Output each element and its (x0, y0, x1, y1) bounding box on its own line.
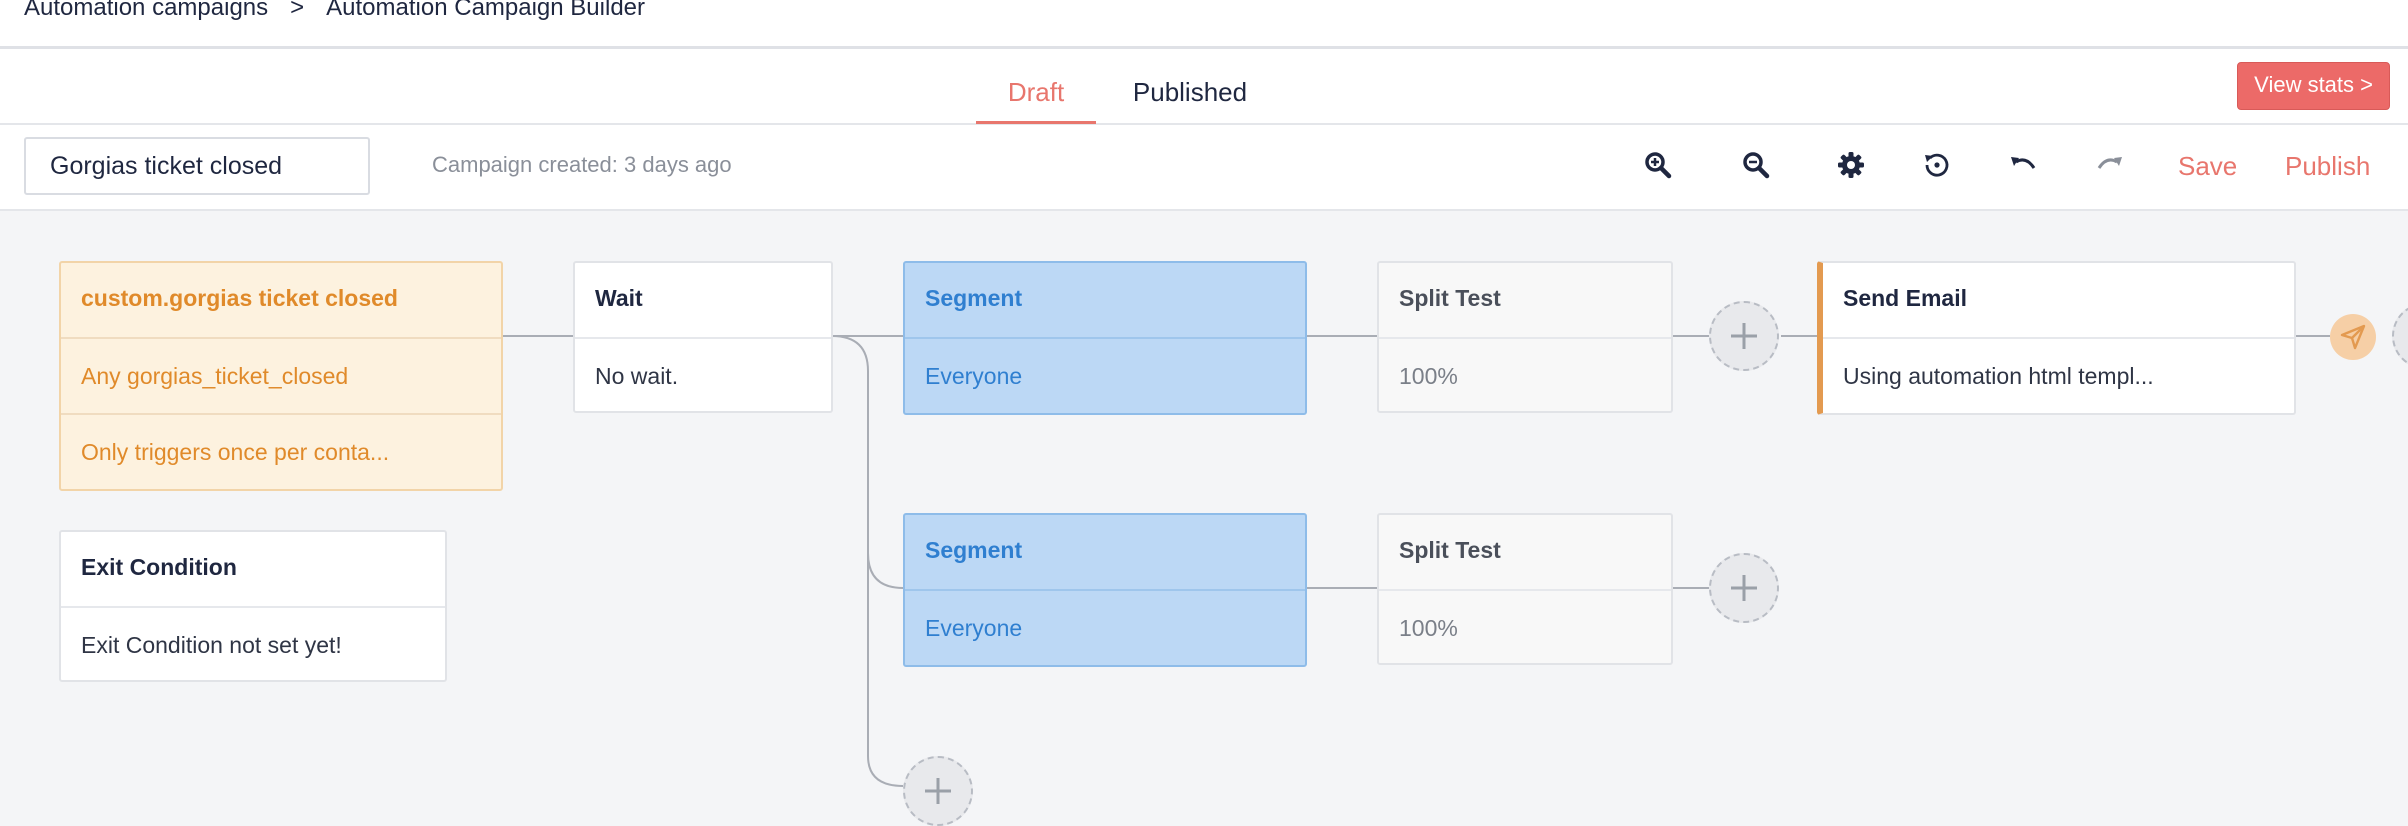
breadcrumb-separator: > (290, 0, 305, 21)
segment-node-title: Segment (905, 263, 1305, 339)
exit-condition-title: Exit Condition (61, 532, 445, 608)
campaign-name-input[interactable]: Gorgias ticket closed (24, 137, 370, 195)
split-test-title: Split Test (1379, 515, 1671, 591)
segment-node-title: Segment (905, 515, 1305, 591)
segment-node-body: Everyone (925, 363, 1023, 389)
trigger-node-frequency: Only triggers once per conta... (81, 439, 390, 465)
toolbar: Gorgias ticket closed Campaign created: … (0, 125, 2408, 211)
exit-condition-body: Exit Condition not set yet! (81, 632, 342, 658)
undo-icon[interactable] (2001, 143, 2045, 187)
segment-node-body: Everyone (925, 615, 1023, 641)
history-icon[interactable] (1915, 143, 1959, 187)
tabs-bar: Draft Published View stats > (0, 49, 2408, 125)
top-bar: Automation campaigns > Automation Campai… (0, 0, 2408, 49)
segment-node[interactable]: Segment Everyone (903, 513, 1307, 667)
trigger-node-title: custom.gorgias ticket closed (61, 263, 501, 339)
send-icon[interactable] (2330, 314, 2376, 360)
breadcrumb-item-automation-campaigns[interactable]: Automation campaigns (24, 0, 268, 22)
trigger-node[interactable]: custom.gorgias ticket closed Any gorgias… (59, 261, 503, 491)
split-test-title: Split Test (1379, 263, 1671, 339)
split-test-body: 100% (1399, 615, 1458, 641)
save-button[interactable]: Save (2178, 151, 2237, 182)
workflow-canvas[interactable]: custom.gorgias ticket closed Any gorgias… (0, 211, 2408, 826)
add-branch-button[interactable] (903, 756, 973, 826)
wait-node-title: Wait (575, 263, 831, 339)
wait-node-body: No wait. (595, 363, 679, 389)
wait-node[interactable]: Wait No wait. (573, 261, 833, 413)
breadcrumb-item-campaign-builder: Automation Campaign Builder (326, 0, 645, 21)
exit-condition-node[interactable]: Exit Condition Exit Condition not set ye… (59, 530, 447, 682)
split-test-body: 100% (1399, 363, 1458, 389)
publish-button[interactable]: Publish (2285, 151, 2370, 182)
split-test-node[interactable]: Split Test 100% (1377, 261, 1673, 413)
redo-icon[interactable] (2088, 143, 2132, 187)
breadcrumb: Automation campaigns > Automation Campai… (24, 0, 645, 22)
split-test-node[interactable]: Split Test 100% (1377, 513, 1673, 665)
send-email-node[interactable]: Send Email Using automation html templ..… (1817, 261, 2296, 415)
send-email-body: Using automation html templ... (1843, 363, 2154, 389)
zoom-in-icon[interactable] (1636, 143, 1680, 187)
zoom-out-icon[interactable] (1734, 143, 1778, 187)
segment-node[interactable]: Segment Everyone (903, 261, 1307, 415)
tab-published[interactable]: Published (1120, 69, 1260, 121)
view-stats-button[interactable]: View stats > (2237, 62, 2390, 110)
campaign-created-text: Campaign created: 3 days ago (432, 152, 732, 177)
trigger-node-event: Any gorgias_ticket_closed (61, 339, 501, 415)
add-step-button[interactable] (1709, 553, 1779, 623)
gear-icon[interactable] (1829, 143, 1873, 187)
send-email-title: Send Email (1823, 263, 2294, 339)
tab-draft[interactable]: Draft (976, 69, 1096, 124)
add-step-button[interactable] (1709, 301, 1779, 371)
